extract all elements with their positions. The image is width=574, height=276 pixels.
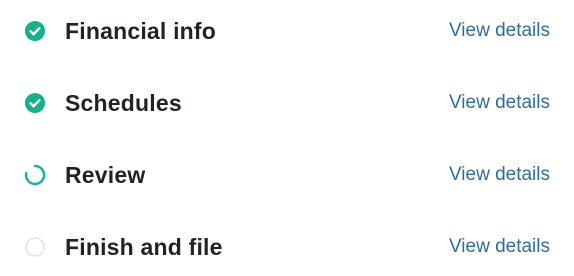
step-finish-and-file: Finish and file View details [0, 227, 574, 267]
step-review: Review View details [0, 155, 574, 195]
step-label: Finish and file [65, 233, 223, 260]
step-schedules: Schedules View details [0, 83, 574, 123]
empty-circle-icon [24, 236, 46, 258]
progress-step-list: Financial info View details Schedules Vi… [0, 0, 574, 276]
step-financial-info: Financial info View details [0, 11, 574, 51]
spinner-icon [24, 164, 46, 186]
view-details-link[interactable]: View details [449, 236, 550, 258]
view-details-link[interactable]: View details [449, 164, 550, 186]
check-circle-icon [24, 92, 46, 114]
check-circle-icon [24, 20, 46, 42]
step-label: Schedules [65, 89, 182, 116]
step-label: Financial info [65, 17, 217, 44]
step-label: Review [65, 161, 146, 188]
view-details-link[interactable]: View details [449, 20, 550, 42]
view-details-link[interactable]: View details [449, 92, 550, 114]
